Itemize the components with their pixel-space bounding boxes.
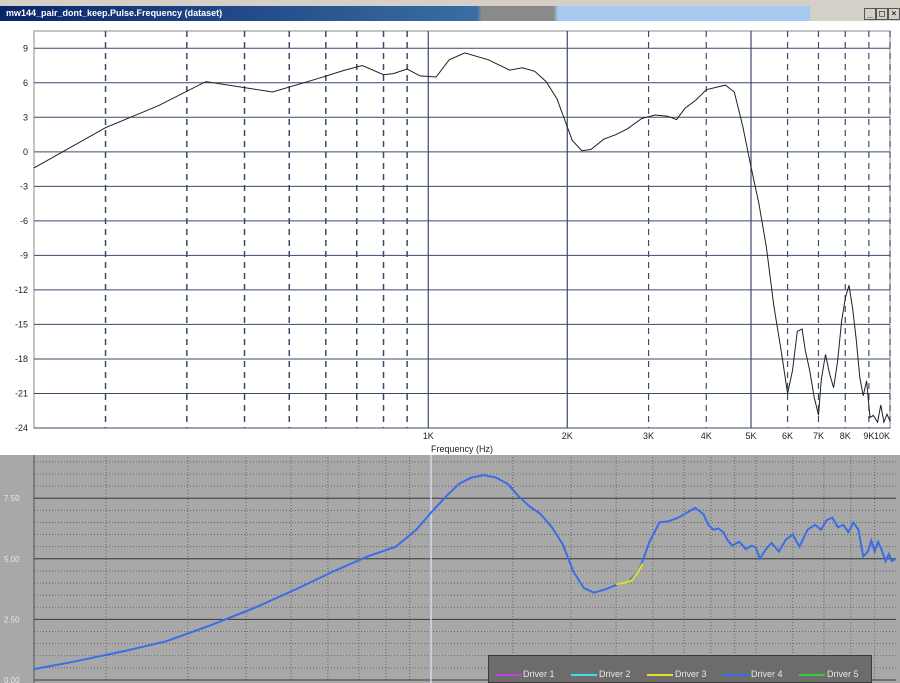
- y-tick-label: 5.00: [4, 555, 20, 564]
- x-axis-title: Frequency (Hz): [431, 444, 493, 454]
- x-tick-label: 4K: [701, 431, 712, 441]
- y-tick-label: 6: [23, 78, 28, 88]
- y-tick-label: 9: [23, 43, 28, 53]
- legend-label: Driver 5: [827, 669, 859, 679]
- x-tick-label: 1K: [423, 431, 434, 441]
- y-tick-label: 0.00: [4, 676, 20, 683]
- x-tick-label: 7K: [813, 431, 824, 441]
- minimize-button[interactable]: _: [864, 8, 876, 20]
- legend-swatch: [723, 673, 749, 676]
- plot-area: [33, 30, 891, 429]
- driver-response-panel: 7.50 5.00 2.50 0.00 Driver 1 Driver 2 Driver …: [0, 455, 900, 683]
- legend-swatch: [647, 673, 673, 676]
- close-button[interactable]: ×: [888, 8, 900, 20]
- driver-response-chart[interactable]: 7.50 5.00 2.50 0.00: [0, 455, 900, 683]
- legend-label: Driver 1: [523, 669, 555, 679]
- y-tick-label: 2.50: [4, 615, 20, 624]
- x-tick-label: 9K: [863, 431, 874, 441]
- legend-entry: Driver 5: [799, 667, 859, 681]
- y-tick-label: -18: [15, 354, 28, 364]
- maximize-button[interactable]: □: [876, 8, 888, 20]
- legend-entry: Driver 2: [571, 667, 631, 681]
- x-tick-label: 8K: [840, 431, 851, 441]
- y-tick-label: -24: [15, 423, 28, 433]
- legend-label: Driver 2: [599, 669, 631, 679]
- window-title: mw144_pair_dont_keep.Pulse.Frequency (da…: [6, 8, 223, 18]
- legend-swatch: [571, 673, 597, 676]
- legend-swatch: [495, 673, 521, 676]
- frequency-response-chart[interactable]: 1K 2K 3K 4K 5K 6K 7K 8K 9K 10K 9 6 3 0 -3 -6 -9 -12 -15 -18…: [0, 21, 900, 455]
- window-titlebar[interactable]: mw144_pair_dont_keep.Pulse.Frequency (da…: [0, 6, 900, 21]
- y-tick-label: -12: [15, 285, 28, 295]
- y-tick-label: -6: [20, 216, 28, 226]
- y-tick-label: 7.50: [4, 494, 20, 503]
- legend-label: Driver 3: [675, 669, 707, 679]
- x-tick-label: 10K: [874, 431, 890, 441]
- y-tick-label: 3: [23, 112, 28, 122]
- y-tick-label: 0: [23, 147, 28, 157]
- x-tick-label: 3K: [643, 431, 654, 441]
- chart-legend: Driver 1 Driver 2 Driver 3 Driver 4 Driver 5: [488, 655, 872, 683]
- y-tick-label: -9: [20, 250, 28, 260]
- y-tick-label: -21: [15, 388, 28, 398]
- legend-swatch: [799, 673, 825, 676]
- legend-entry: Driver 1: [495, 667, 555, 681]
- x-tick-label: 6K: [782, 431, 793, 441]
- legend-entry: Driver 3: [647, 667, 707, 681]
- legend-label: Driver 4: [751, 669, 783, 679]
- legend-entry: Driver 4: [723, 667, 783, 681]
- dataset-window: mw144_pair_dont_keep.Pulse.Frequency (da…: [0, 6, 900, 455]
- x-tick-label: 5K: [745, 431, 756, 441]
- y-tick-label: -3: [20, 181, 28, 191]
- x-tick-label: 2K: [562, 431, 573, 441]
- y-tick-label: -15: [15, 319, 28, 329]
